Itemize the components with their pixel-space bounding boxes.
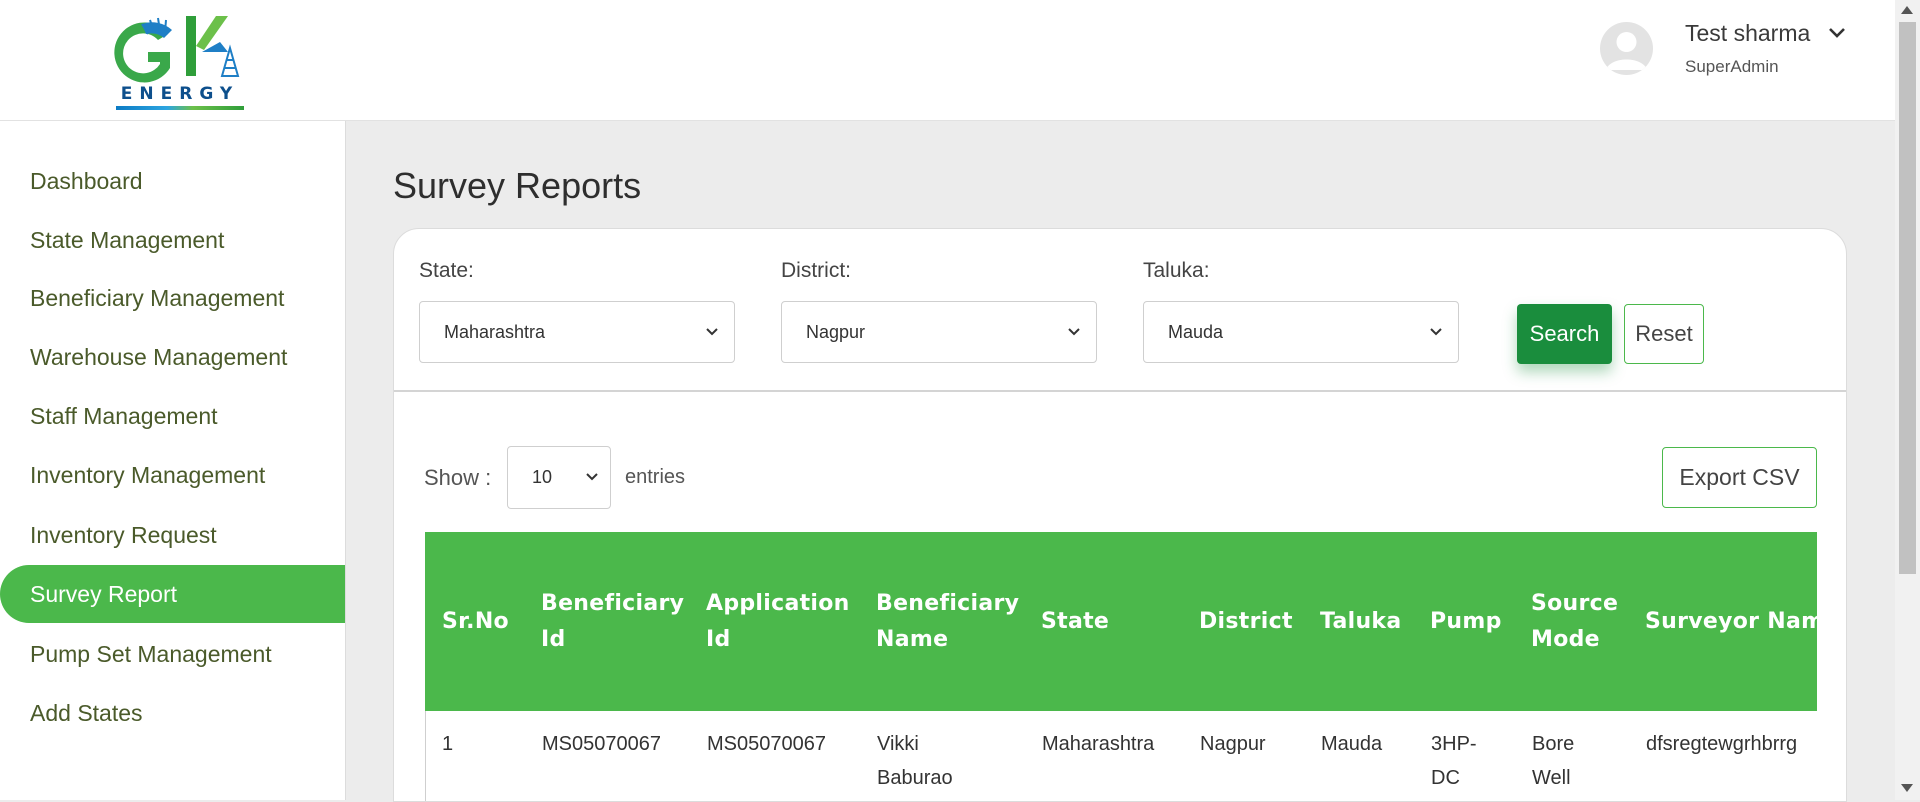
sidebar-item-staff-management[interactable]: Staff Management xyxy=(0,387,345,445)
search-button[interactable]: Search xyxy=(1517,304,1612,364)
sidebar-item-inventory-management[interactable]: Inventory Management xyxy=(0,446,345,504)
show-label: Show : xyxy=(424,465,492,490)
column-header[interactable]: Beneficiary Id xyxy=(541,586,691,658)
sidebar: Dashboard State Management Beneficiary M… xyxy=(0,120,346,800)
taluka-select-value: Mauda xyxy=(1168,322,1224,342)
logo-mark-icon xyxy=(114,16,240,83)
table-body: 1 MS05070067 MS05070067 Vikki Baburao Ma… xyxy=(425,711,1817,801)
chevron-down-icon xyxy=(1430,328,1442,336)
table-cell: Bore Well xyxy=(1532,733,1575,789)
taluka-select[interactable]: Mauda xyxy=(1143,301,1459,363)
sidebar-item-pump-set-management[interactable]: Pump Set Management xyxy=(0,625,345,683)
chevron-down-icon xyxy=(706,328,718,336)
sidebar-item-beneficiary-management[interactable]: Beneficiary Management xyxy=(0,269,345,327)
page-title: Survey Reports xyxy=(393,165,642,206)
sidebar-item-dashboard[interactable]: Dashboard xyxy=(0,152,345,210)
table-cell: dfsregtewgrhbrrg xyxy=(1646,733,1798,755)
table-cell: Nagpur xyxy=(1200,733,1266,755)
column-header[interactable]: Taluka xyxy=(1320,604,1402,640)
logo-text: ENERGY xyxy=(120,84,240,104)
entries-select-value: 10 xyxy=(532,467,553,487)
sidebar-item-state-management[interactable]: State Management xyxy=(0,211,345,269)
column-header[interactable]: District xyxy=(1199,604,1293,640)
user-role: SuperAdmin xyxy=(1685,57,1779,76)
taluka-label: Taluka: xyxy=(1143,259,1210,282)
entries-select[interactable]: 10 xyxy=(507,446,611,509)
entries-label: entries xyxy=(625,466,686,488)
column-header[interactable]: Sr.No xyxy=(442,604,509,640)
sidebar-item-survey-report[interactable]: Survey Report xyxy=(0,565,345,623)
district-select[interactable]: Nagpur xyxy=(781,301,1097,363)
state-select[interactable]: Maharashtra xyxy=(419,301,735,363)
table-cell: Mauda xyxy=(1321,733,1383,755)
chevron-down-icon xyxy=(1068,328,1080,336)
gk-energy-logo[interactable]: ENERGY xyxy=(112,12,248,112)
chevron-down-icon[interactable] xyxy=(1826,22,1848,44)
column-header[interactable]: Surveyor Name xyxy=(1645,604,1817,640)
column-header[interactable]: State xyxy=(1041,604,1109,640)
export-csv-button[interactable]: Export CSV xyxy=(1662,447,1817,508)
user-name[interactable]: Test sharma xyxy=(1685,20,1810,47)
divider xyxy=(394,390,1846,392)
sidebar-item-inventory-request[interactable]: Inventory Request xyxy=(0,506,345,564)
column-header[interactable]: Beneficiary Name xyxy=(876,586,1026,658)
table-header: Sr.No Beneficiary Id Application Id Bene… xyxy=(425,532,1817,711)
column-header[interactable]: Application Id xyxy=(706,586,856,658)
table-cell: 1 xyxy=(442,733,454,755)
survey-table: Sr.No Beneficiary Id Application Id Bene… xyxy=(425,532,1817,801)
user-avatar-icon xyxy=(1606,32,1647,70)
district-select-value: Nagpur xyxy=(806,322,866,342)
table-cell: Maharashtra xyxy=(1042,733,1155,755)
sidebar-item-warehouse-management[interactable]: Warehouse Management xyxy=(0,328,345,386)
column-header[interactable]: Source Mode xyxy=(1531,586,1621,658)
table-cell: MS05070067 xyxy=(707,733,826,755)
top-header: ENERGY Test sharma SuperAdmin xyxy=(0,0,1895,121)
state-label: State: xyxy=(419,259,474,282)
scrollbar-thumb[interactable] xyxy=(1899,22,1916,574)
chevron-down-icon xyxy=(586,473,598,481)
avatar[interactable] xyxy=(1600,22,1653,75)
table-cell: Vikki Baburao xyxy=(877,733,953,789)
column-header[interactable]: Pump xyxy=(1430,604,1502,640)
sidebar-item-add-states[interactable]: Add States xyxy=(0,684,345,742)
reset-button[interactable]: Reset xyxy=(1624,304,1704,364)
state-select-value: Maharashtra xyxy=(444,322,546,342)
page-scrollbar[interactable] xyxy=(1895,0,1920,800)
table-cell: 3HP-DC xyxy=(1431,733,1477,789)
scroll-down-arrow-icon[interactable] xyxy=(1901,784,1913,792)
scroll-up-arrow-icon[interactable] xyxy=(1901,6,1913,14)
survey-report-card: State: Maharashtra District: Nagpur Talu… xyxy=(393,228,1847,802)
logo-underline xyxy=(116,106,244,110)
table-cell: MS05070067 xyxy=(542,733,661,755)
district-label: District: xyxy=(781,259,851,282)
